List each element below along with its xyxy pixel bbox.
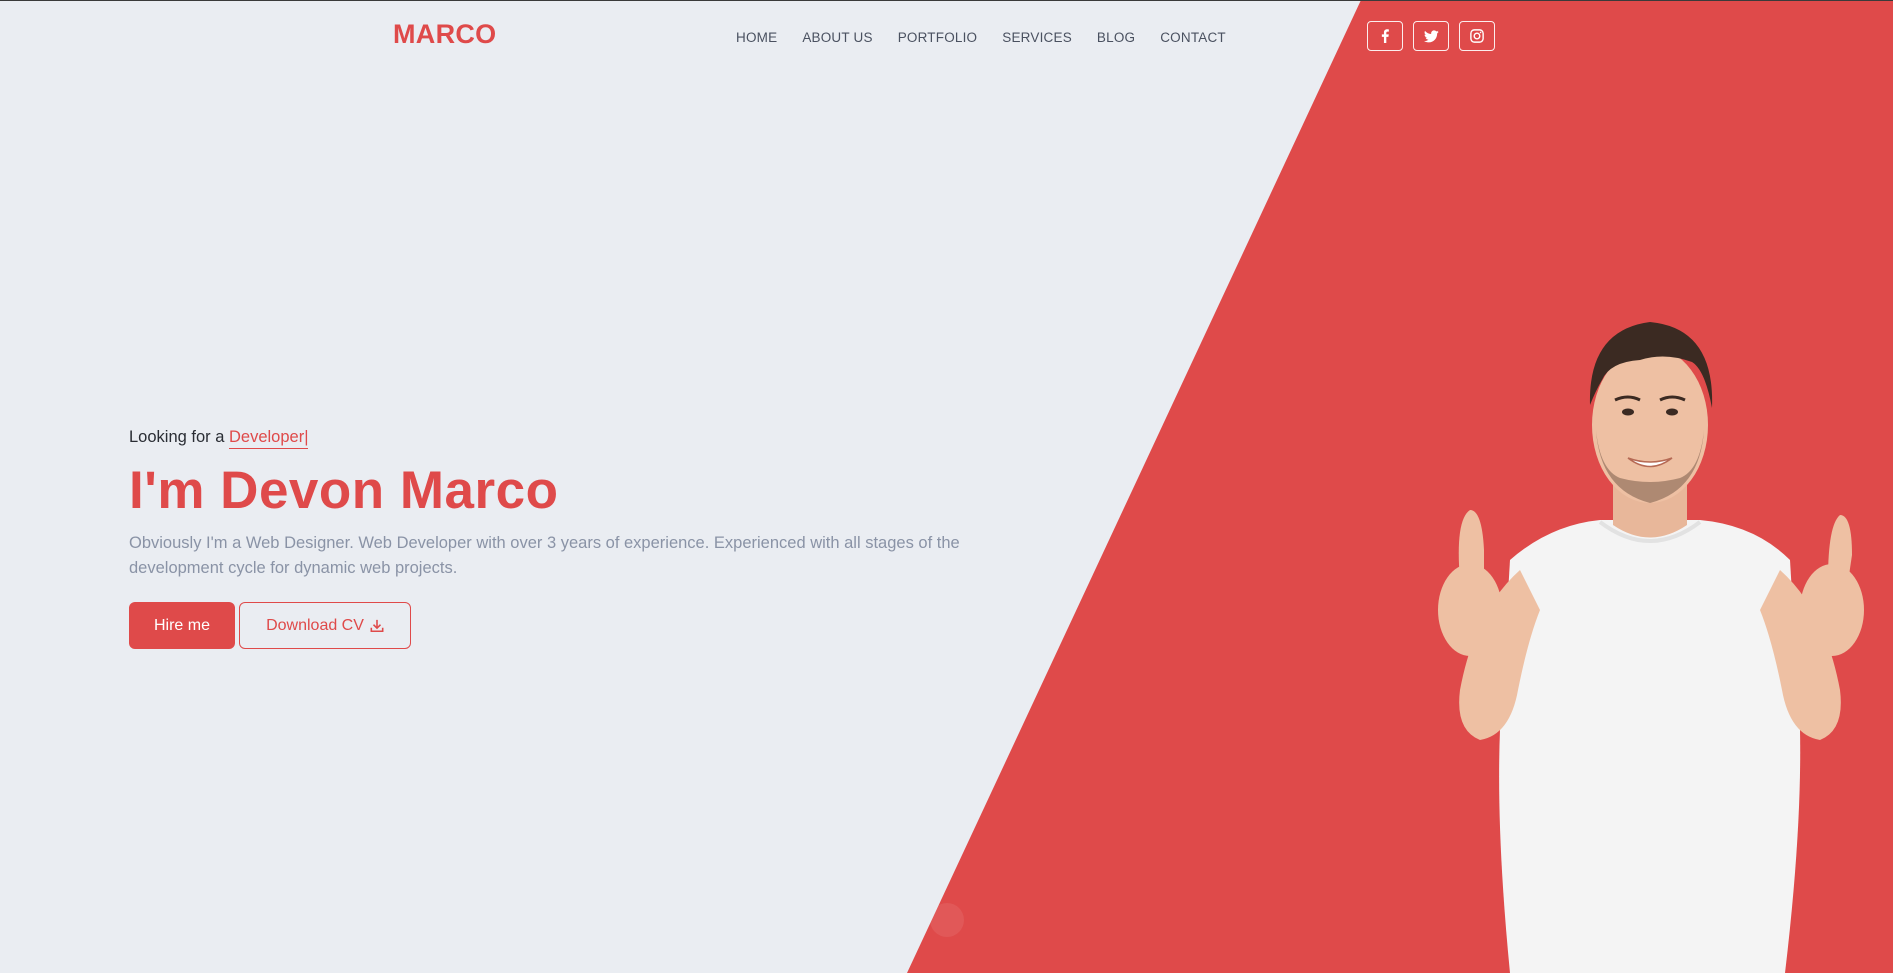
instagram-button[interactable]	[1459, 21, 1495, 51]
hero-person-image	[1438, 322, 1864, 973]
hire-me-button[interactable]: Hire me	[129, 602, 235, 649]
hero-title: I'm Devon Marco	[129, 461, 559, 520]
brand-logo[interactable]: MARCO	[393, 19, 497, 50]
nav-item-services[interactable]: SERVICES	[1002, 30, 1072, 45]
top-border-line	[0, 0, 1893, 1]
hero-description: Obviously I'm a Web Designer. Web Develo…	[129, 534, 960, 577]
facebook-icon	[1381, 29, 1389, 43]
nav-item-blog[interactable]: BLOG	[1097, 30, 1135, 45]
nav-item-home[interactable]: HOME	[736, 30, 777, 45]
looking-for-line: Looking for a Developer|	[129, 422, 1009, 452]
nav-item-portfolio[interactable]: PORTFOLIO	[898, 30, 978, 45]
download-icon	[370, 619, 384, 632]
main-nav: HOME ABOUT US PORTFOLIO SERVICES BLOG CO…	[736, 30, 1226, 45]
looking-prefix-text: Looking for a	[129, 428, 229, 446]
download-cv-button[interactable]: Download CV	[239, 602, 411, 649]
decorative-circle	[930, 903, 964, 937]
twitter-icon	[1423, 29, 1439, 42]
nav-item-about-us[interactable]: ABOUT US	[802, 30, 872, 45]
nav-item-contact[interactable]: CONTACT	[1160, 30, 1226, 45]
hero-section: Looking for a Developer| I'm Devon Marco…	[129, 422, 1009, 649]
download-cv-label: Download CV	[266, 616, 364, 634]
facebook-button[interactable]	[1367, 21, 1403, 51]
hero-buttons: Hire me Download CV	[129, 602, 1009, 649]
instagram-icon	[1470, 29, 1484, 43]
typed-role-text: Developer|	[228, 428, 309, 449]
social-links	[1367, 21, 1495, 51]
twitter-button[interactable]	[1413, 21, 1449, 51]
